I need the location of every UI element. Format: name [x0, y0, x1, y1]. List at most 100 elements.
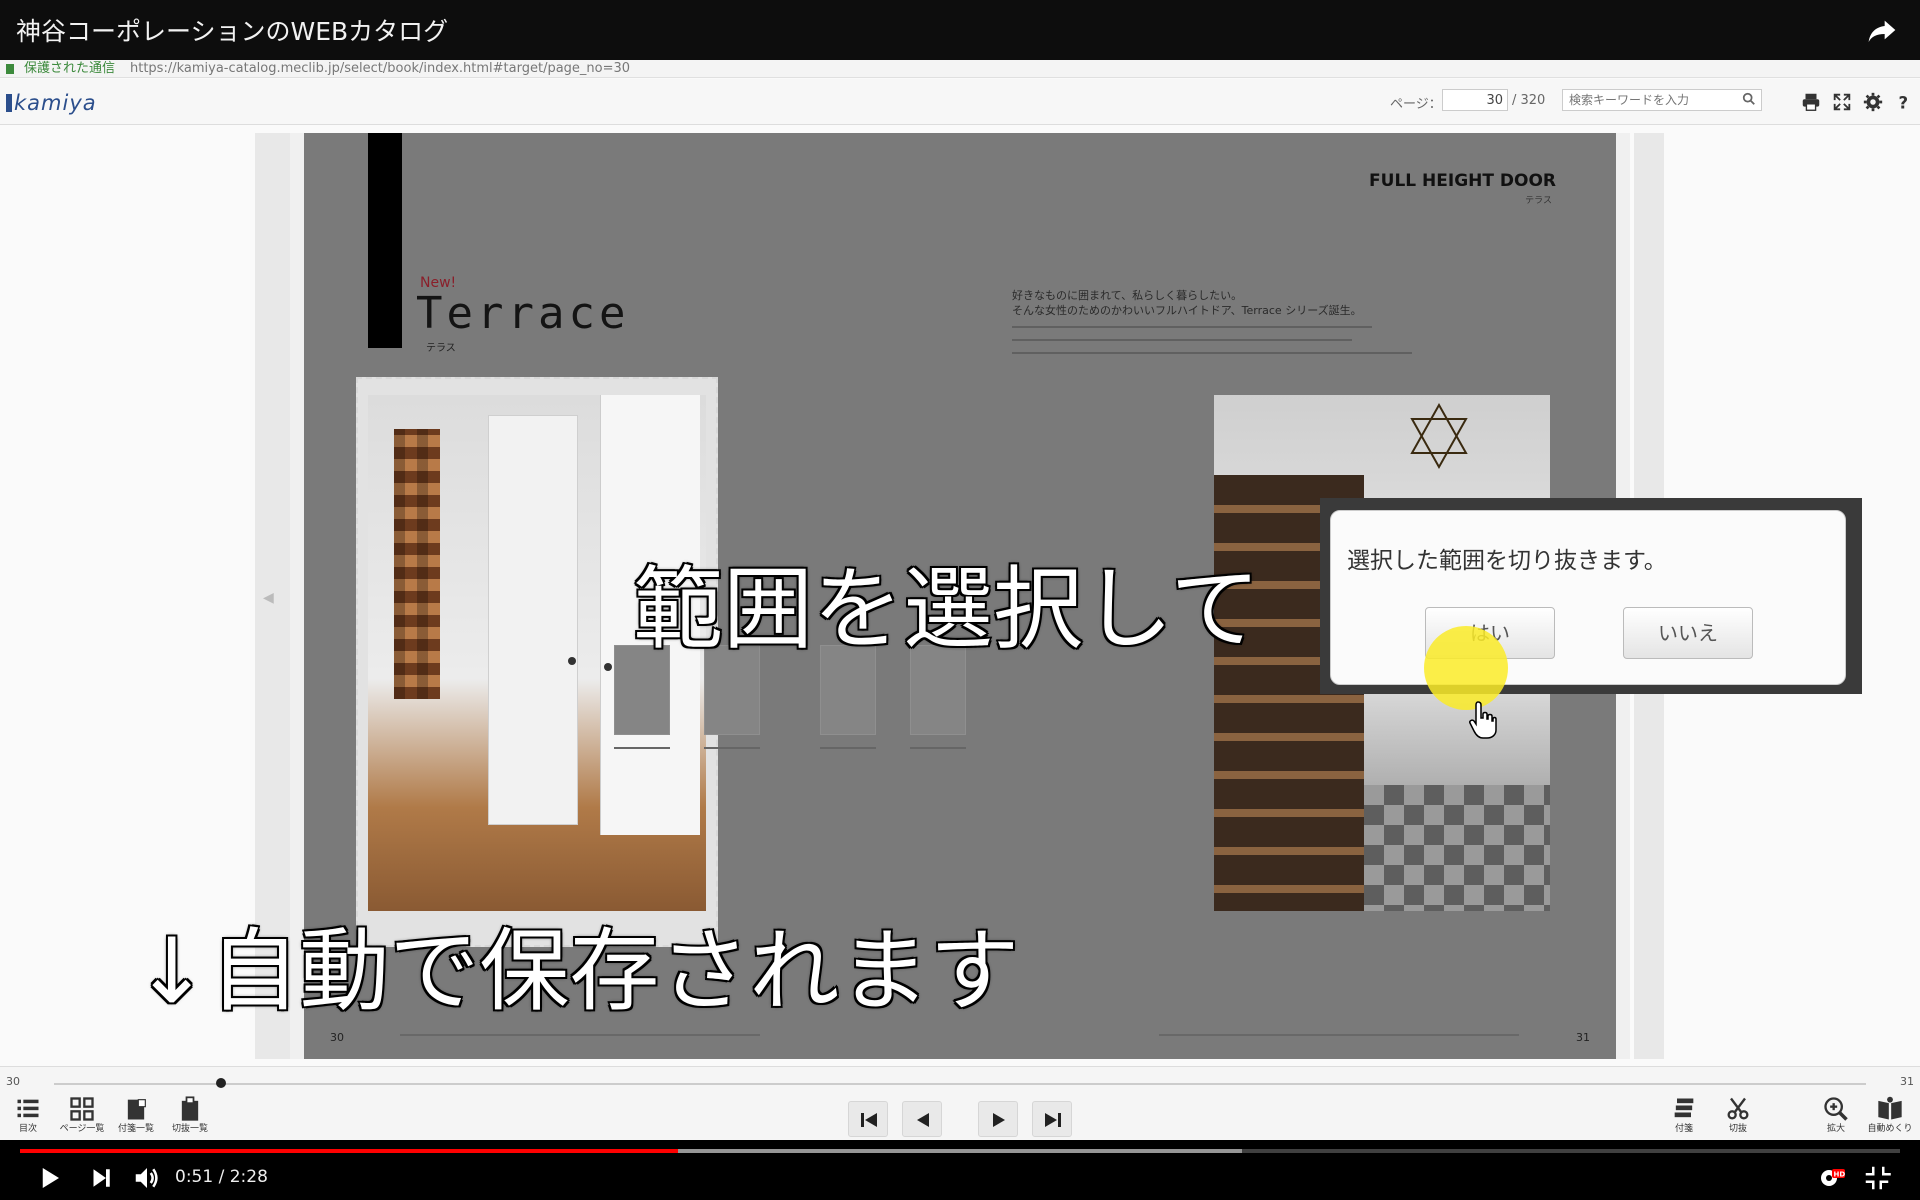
- first-page-icon: [861, 1113, 877, 1127]
- share-icon[interactable]: [1866, 14, 1898, 46]
- door-variant-caption: [820, 747, 876, 749]
- intro-line-2: そんな女性のためのかわいいフルハイトドア、Terrace シリーズ誕生。: [1012, 304, 1362, 317]
- next-video-icon[interactable]: [86, 1163, 116, 1193]
- url-text: https://kamiya-catalog.meclib.jp/select/…: [130, 61, 631, 76]
- door-variant-caption: [704, 747, 760, 749]
- intro-text: 好きなものに囲まれて、私らしく暮らしたい。 そんな女性のためのかわいいフルハイト…: [1012, 288, 1392, 318]
- last-page-button[interactable]: [1032, 1101, 1072, 1137]
- video-time: 0:51 / 2:28: [175, 1167, 268, 1187]
- zoom-button[interactable]: 拡大: [1812, 1095, 1860, 1135]
- scissors-icon: [1727, 1097, 1749, 1120]
- sticky-note-icon: [127, 1099, 146, 1120]
- time-separator: /: [213, 1167, 230, 1187]
- sticky-button[interactable]: 付箋: [1660, 1095, 1708, 1135]
- page-number-right: 31: [1576, 1031, 1590, 1044]
- video-title[interactable]: 神谷コーポレーションのWEBカタログ: [16, 12, 448, 48]
- volume-icon[interactable]: [132, 1163, 162, 1193]
- crop-button[interactable]: 切抜: [1714, 1095, 1762, 1135]
- browser-url-bar: 保護された通信 https://kamiya-catalog.meclib.jp…: [0, 60, 1920, 78]
- video-controls: 0:51 / 2:28 HD: [0, 1155, 1920, 1200]
- auto-flip-label: 自動めくり: [1867, 1124, 1913, 1134]
- slider-end-label: 31: [1900, 1075, 1914, 1088]
- clip-list-label: 切抜一覧: [171, 1124, 208, 1134]
- tile-wall: [394, 429, 440, 699]
- print-icon[interactable]: [1800, 91, 1822, 113]
- next-page-icon: [993, 1113, 1005, 1127]
- door-variant-caption: [910, 747, 966, 749]
- exit-fullscreen-icon[interactable]: [1862, 1163, 1892, 1193]
- settings-hd-icon[interactable]: HD: [1816, 1163, 1846, 1193]
- video-frame[interactable]: 保護された通信 https://kamiya-catalog.meclib.jp…: [0, 60, 1920, 1140]
- svg-text:?: ?: [1899, 93, 1909, 112]
- page-label: ページ：: [1390, 97, 1442, 112]
- zoom-in-icon: [1824, 1097, 1848, 1121]
- prev-page-arrow-icon[interactable]: ◀: [263, 590, 274, 606]
- clipboard-icon: [181, 1096, 199, 1121]
- catalog-header: kamiya ページ： / 320 ?: [0, 79, 1920, 125]
- toc-button[interactable]: 目次: [4, 1095, 52, 1135]
- series-label: FULL HEIGHT DOOR: [1369, 171, 1556, 191]
- page-number-input[interactable]: [1442, 89, 1508, 111]
- lock-icon: [6, 64, 14, 74]
- cursor-highlight: [1424, 626, 1508, 710]
- dialog-message: 選択した範囲を切り抜きます。: [1347, 548, 1667, 574]
- sticky-list-label: 付箋一覧: [117, 1124, 154, 1134]
- last-page-icon: [1045, 1113, 1061, 1127]
- product-title-kana: テラス: [426, 343, 456, 354]
- book-icon: [1878, 1096, 1902, 1120]
- toc-icon: [17, 1099, 39, 1118]
- prev-page-icon: [917, 1113, 929, 1127]
- time-total: 2:28: [229, 1167, 268, 1187]
- grid-icon: [70, 1097, 94, 1121]
- caption-select-range: 範囲を選択して: [631, 556, 1261, 664]
- doorknob-icon: [568, 657, 576, 665]
- time-current: 0:51: [175, 1167, 214, 1187]
- page-list-button[interactable]: ページ一覧: [58, 1095, 106, 1135]
- catalog-footer-toolbar: 30 31 目次 ページ一覧 付箋一覧 切抜一覧 付箋 切抜 拡大 自動めくり: [0, 1066, 1920, 1140]
- page-slider-knob[interactable]: [216, 1078, 226, 1088]
- star-lamp-icon: [1410, 402, 1468, 470]
- title-accent-bar: [368, 133, 402, 348]
- caption-auto-save: ↓自動で保存されます: [132, 918, 1020, 1026]
- footer-note-right: [1159, 1034, 1519, 1036]
- gear-icon[interactable]: [1862, 91, 1884, 113]
- doorknob-icon: [604, 663, 612, 671]
- search-input[interactable]: [1562, 89, 1762, 111]
- footer-note-left: [400, 1034, 760, 1036]
- dialog-no-button[interactable]: いいえ: [1623, 607, 1753, 659]
- video-title-bar: 神谷コーポレーションのWEBカタログ: [0, 0, 1920, 60]
- slider-start-label: 30: [6, 1075, 20, 1088]
- tiled-floor: [1364, 785, 1550, 911]
- page-list-label: ページ一覧: [59, 1124, 105, 1134]
- secure-label: 保護された通信: [24, 61, 116, 76]
- sticky-label: 付箋: [1674, 1124, 1693, 1134]
- page-number-left: 30: [330, 1031, 344, 1044]
- prev-page-button[interactable]: [902, 1101, 942, 1137]
- zoom-label: 拡大: [1826, 1124, 1845, 1134]
- play-icon[interactable]: [34, 1163, 64, 1193]
- crop-label: 切抜: [1728, 1124, 1747, 1134]
- series-kana: テラス: [1525, 196, 1552, 206]
- sticky-list-button[interactable]: 付箋一覧: [112, 1095, 160, 1135]
- toc-label: 目次: [18, 1124, 37, 1134]
- first-page-button[interactable]: [848, 1101, 888, 1137]
- logo-mark-icon: [6, 94, 12, 112]
- page-total: / 320: [1512, 93, 1546, 108]
- help-icon[interactable]: ?: [1893, 91, 1915, 113]
- fullscreen-icon[interactable]: [1831, 91, 1853, 113]
- svg-text:HD: HD: [1834, 1171, 1846, 1179]
- next-page-button[interactable]: [978, 1101, 1018, 1137]
- search-icon[interactable]: [1742, 92, 1756, 106]
- product-title: Terrace: [416, 288, 630, 339]
- auto-flip-button[interactable]: 自動めくり: [1866, 1095, 1914, 1135]
- kamiya-logo: kamiya: [6, 91, 97, 115]
- sticky-icon: [1674, 1098, 1694, 1118]
- crop-confirm-dialog: 選択した範囲を切り抜きます。 はい いいえ: [1330, 510, 1846, 685]
- logo-text: kamiya: [14, 91, 97, 115]
- video-played-bar[interactable]: [20, 1149, 678, 1153]
- clip-list-button[interactable]: 切抜一覧: [166, 1095, 214, 1135]
- door-variant-caption: [614, 747, 670, 749]
- hand-cursor-icon: [1469, 701, 1497, 739]
- page-slider[interactable]: [54, 1083, 1866, 1085]
- door-panel: [488, 415, 578, 825]
